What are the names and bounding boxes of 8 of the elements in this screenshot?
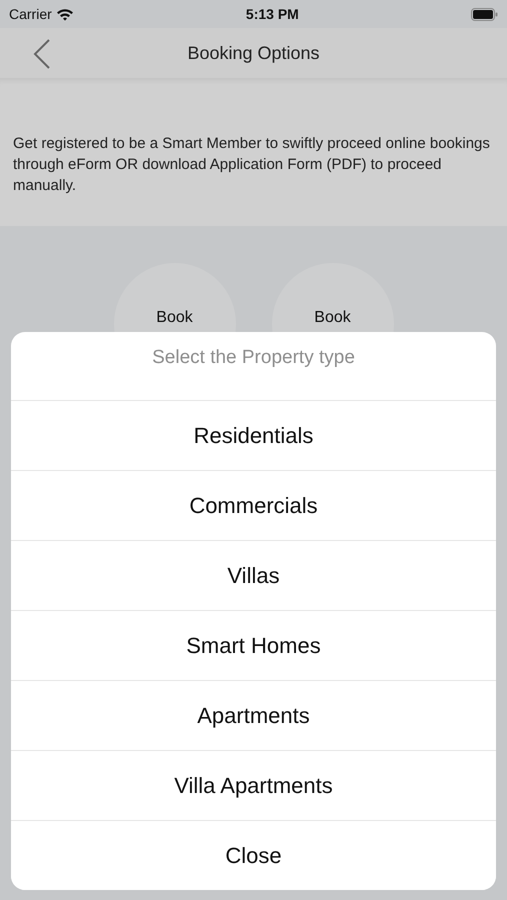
back-chevron-icon[interactable] <box>32 38 52 70</box>
wifi-icon <box>56 8 74 20</box>
intro-text: Get registered to be a Smart Member to swiftly proceed online bookings through eForm OR download Application Form (PDF) to proceed manually. <box>13 134 491 196</box>
carrier-name: Carrier <box>9 4 52 24</box>
battery-icon <box>470 8 498 20</box>
status-time: 5:13 PM <box>246 4 299 24</box>
close-button[interactable]: Close <box>11 820 496 890</box>
screen-title: Booking Options <box>187 42 320 65</box>
